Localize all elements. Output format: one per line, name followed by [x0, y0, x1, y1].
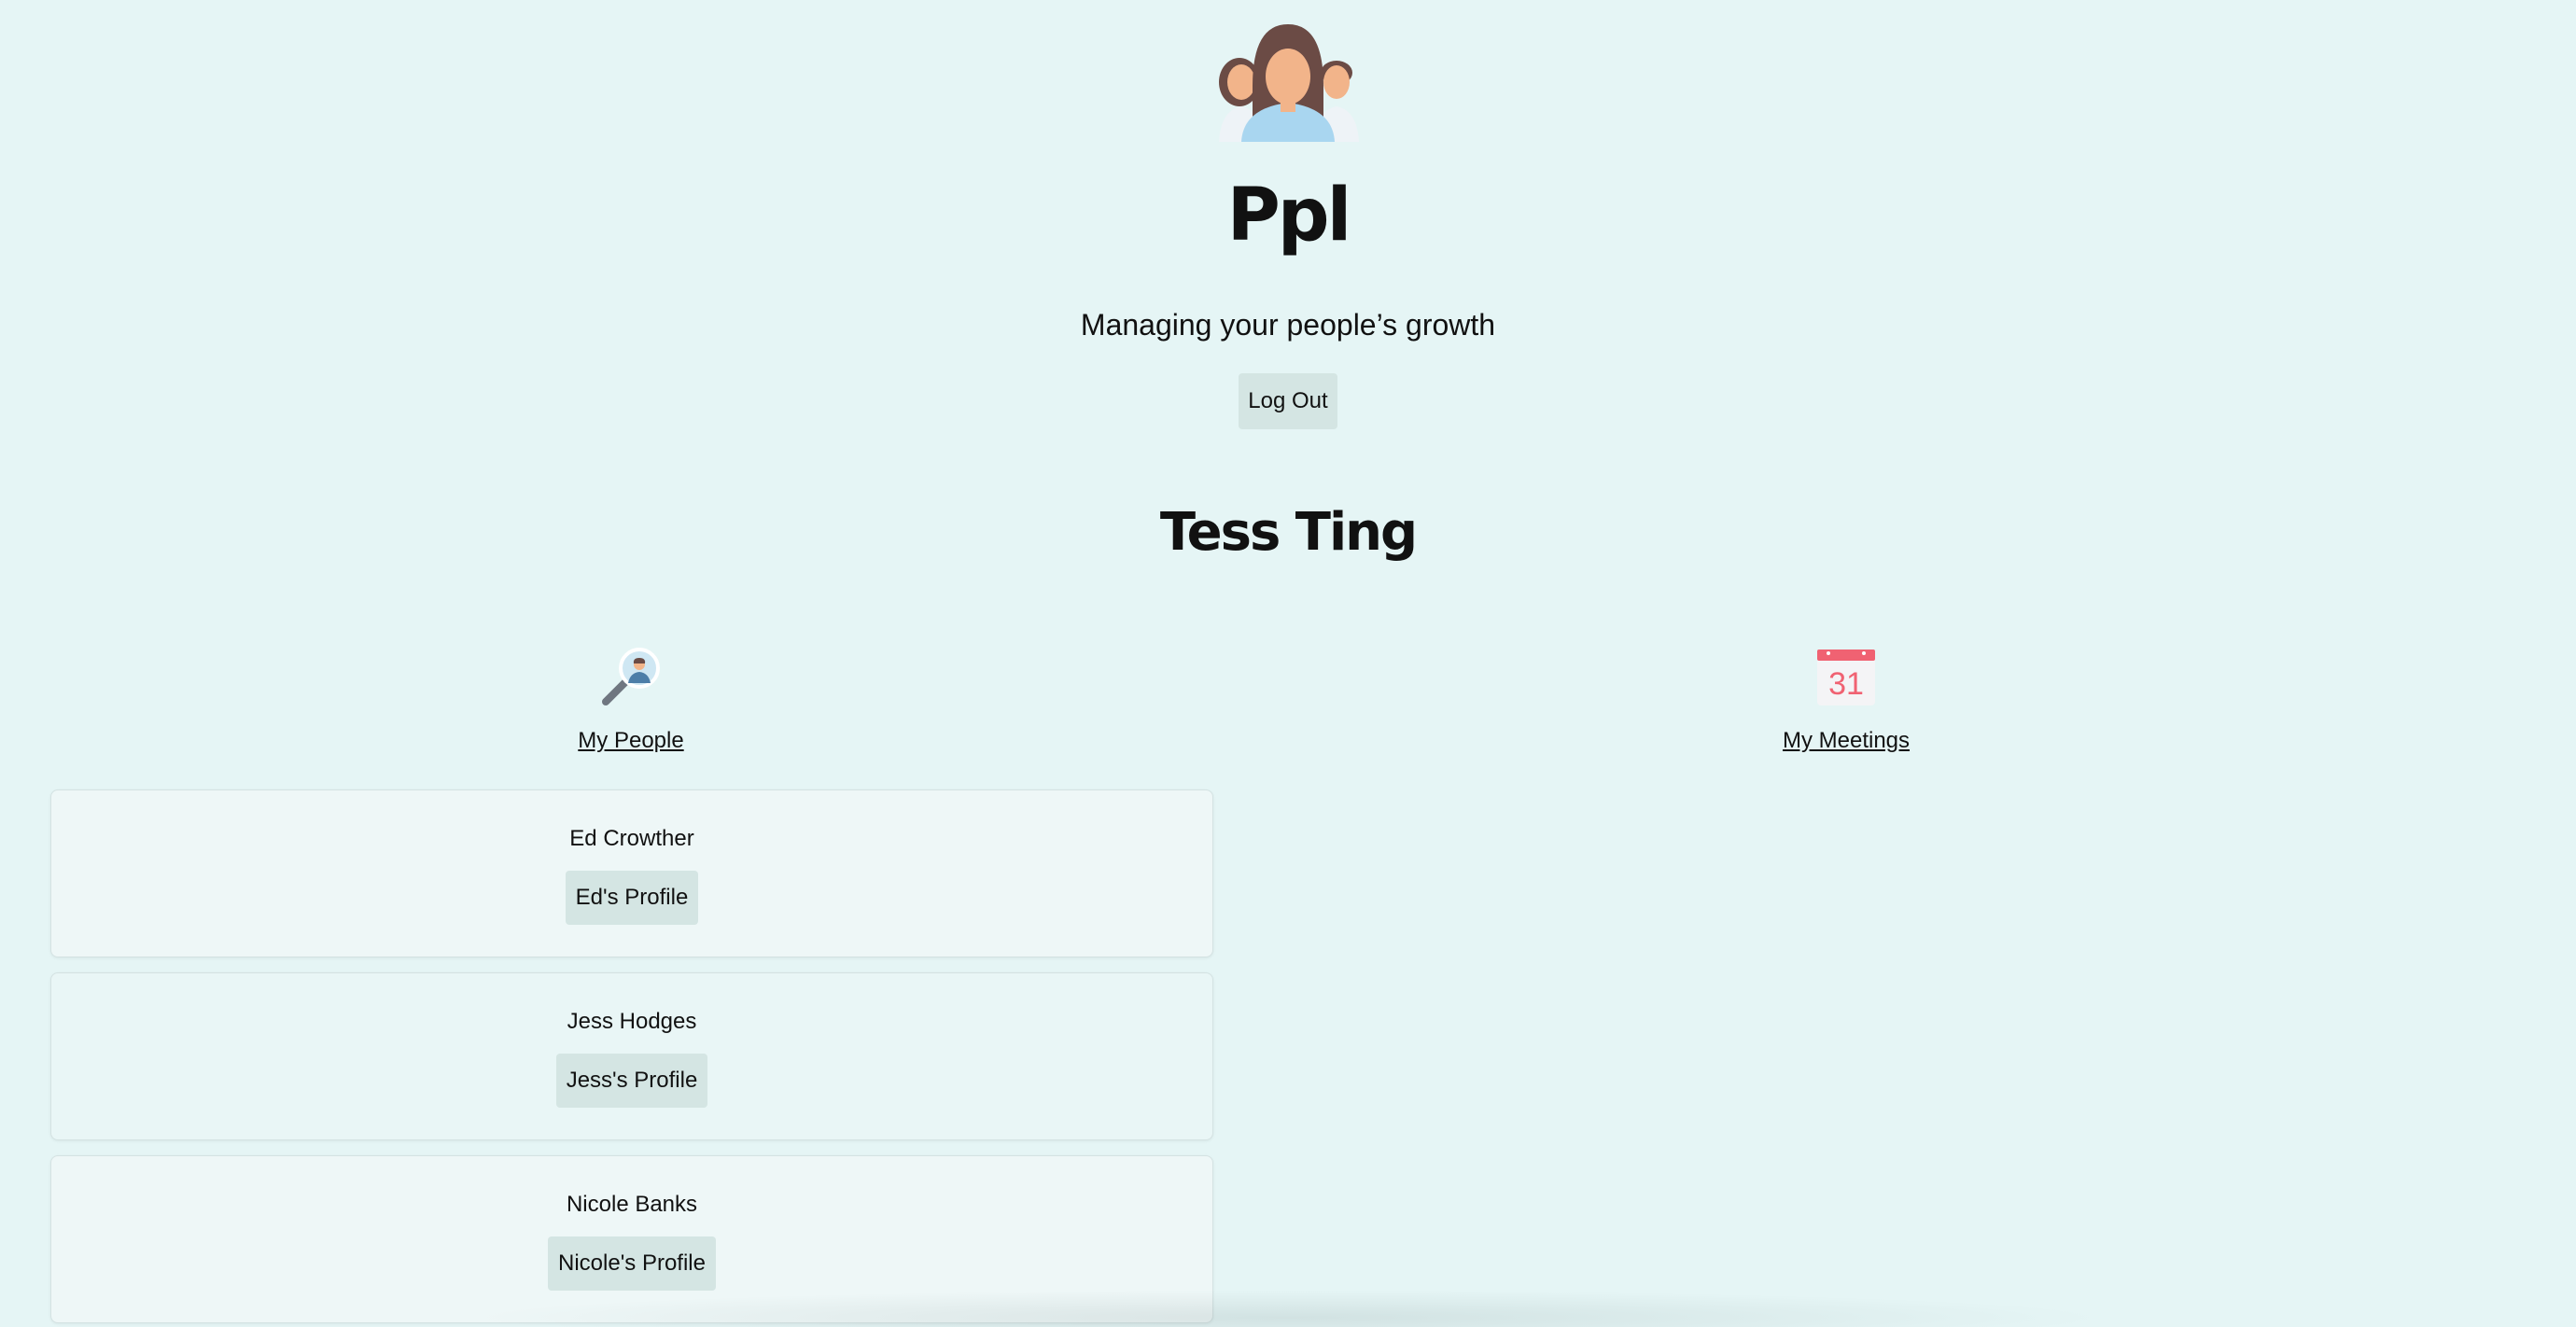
page: Ppl Managing your people’s growth Log Ou… — [0, 0, 2576, 1327]
my-meetings-link[interactable]: My Meetings — [1783, 728, 1910, 754]
person-card: Ed Crowther Ed's Profile — [50, 789, 1213, 957]
my-meetings-section: 31 My Meetings — [1659, 646, 2033, 754]
magnifier-person-icon — [602, 648, 660, 705]
app-subtitle: Managing your people’s growth — [1080, 308, 1496, 342]
my-people-link[interactable]: My People — [578, 728, 683, 754]
person-name: Ed Crowther — [569, 826, 694, 851]
profile-button[interactable]: Ed's Profile — [565, 871, 699, 925]
logout-button[interactable]: Log Out — [1239, 373, 1337, 429]
profile-button[interactable]: Nicole's Profile — [548, 1236, 716, 1291]
calendar-day: 31 — [1828, 666, 1864, 702]
profile-button[interactable]: Jess's Profile — [555, 1054, 708, 1108]
user-name: Tess Ting — [1159, 502, 1418, 563]
calendar-icon: 31 — [1817, 650, 1875, 705]
people-group-icon — [1219, 24, 1359, 142]
person-name: Jess Hodges — [567, 1009, 697, 1034]
person-card: Jess Hodges Jess's Profile — [50, 972, 1213, 1140]
person-name: Nicole Banks — [566, 1192, 698, 1217]
my-people-section: My People — [444, 646, 818, 754]
app-title: Ppl — [1226, 174, 1352, 258]
